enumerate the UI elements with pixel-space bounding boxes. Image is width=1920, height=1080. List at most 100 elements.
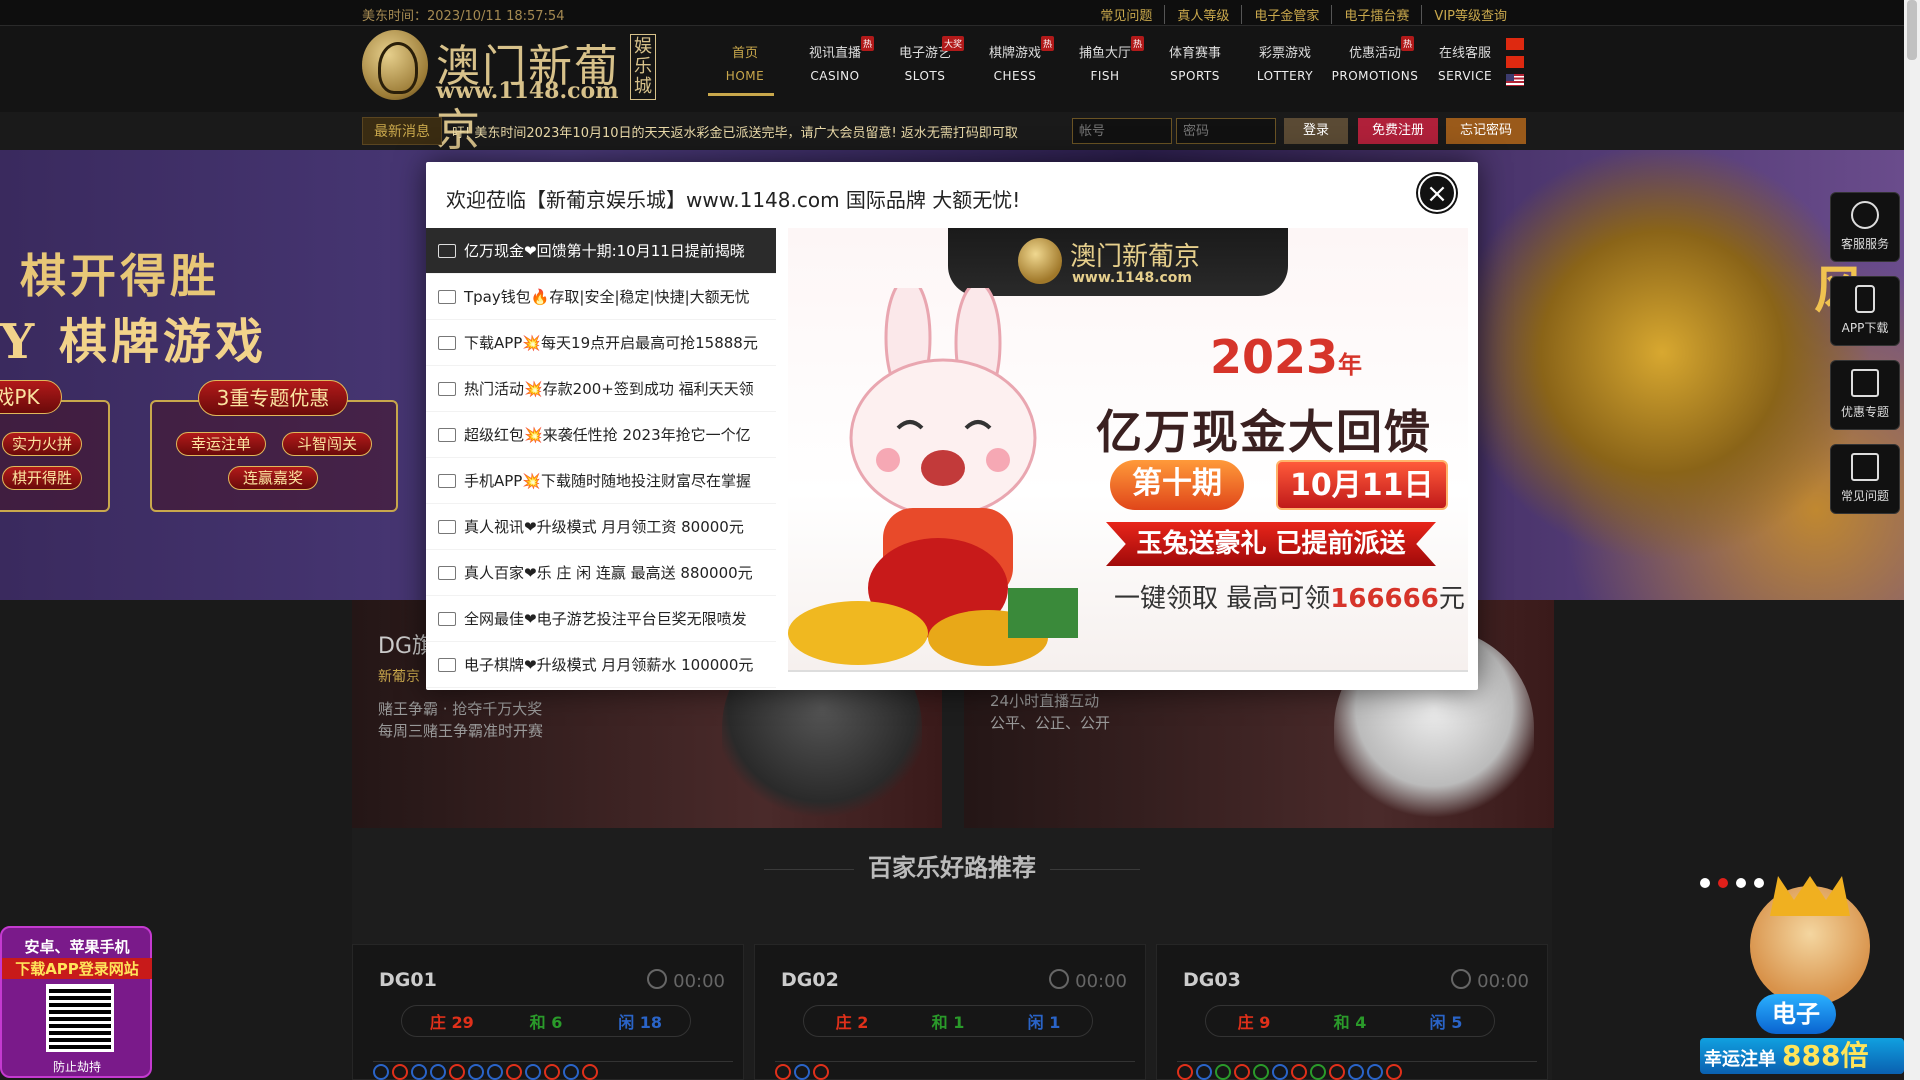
bead [1386, 1064, 1402, 1080]
top-link-live-level[interactable]: 真人等级 [1165, 5, 1243, 24]
forgot-password-button[interactable]: 忘记密码 [1446, 118, 1526, 144]
nav-sports[interactable]: 体育赛事 SPORTS [1150, 36, 1240, 96]
time-display: 美东时间：2023/10/11 18:57:54 [362, 5, 564, 24]
table-timer: 00:00 [647, 969, 725, 992]
promo-ribbon: 玉兔送豪礼 已提前派送 [1106, 522, 1436, 566]
message-icon [438, 566, 456, 580]
app-widget-line2: 下载APP登录网站 [2, 958, 152, 979]
announcement-text: 全网最佳❤电子游艺投注平台巨奖无限喷发 [464, 610, 747, 628]
login-button[interactable]: 登录 [1284, 118, 1348, 144]
message-icon [438, 382, 456, 396]
bead [506, 1064, 522, 1080]
table-name: DG02 [781, 969, 839, 991]
hot-badge: 热 [1130, 36, 1144, 51]
card-desc: 赌王争霸 · 抢夺千万大奖 [378, 700, 543, 718]
player-count: 闲 18 [618, 1013, 663, 1032]
nav-home-en: HOME [725, 69, 765, 83]
register-button[interactable]: 免费注册 [1358, 118, 1438, 144]
nav-promotions-en: PROMOTIONS [1331, 69, 1419, 83]
us-flag-icon[interactable] [1506, 74, 1524, 86]
top-bar: 美东时间：2023/10/11 18:57:54 常见问题 真人等级 电子金管家… [0, 0, 1904, 26]
announcement-text: 亿万现金❤回馈第十期:10月11日提前揭晓 [464, 242, 745, 260]
app-download-widget[interactable]: 安卓、苹果手机 下载APP登录网站 防止劫持 [0, 926, 152, 1078]
top-link-slots-arena[interactable]: 电子擂台赛 [1332, 5, 1423, 24]
password-input[interactable] [1176, 118, 1276, 144]
nav-home[interactable]: 首页 HOME [700, 36, 790, 96]
close-icon[interactable]: × [1418, 174, 1456, 212]
panel-pk-title: 戏PK [0, 380, 62, 414]
nav-slots-en: SLOTS [904, 69, 946, 83]
top-link-slots-manager[interactable]: 电子金管家 [1242, 5, 1333, 24]
announcement-item[interactable]: 全网最佳❤电子游艺投注平台巨奖无限喷发 [426, 596, 776, 642]
announcement-item[interactable]: 亿万现金❤回馈第十期:10月11日提前揭晓 [426, 228, 776, 274]
nav-service-en: SERVICE [1437, 69, 1493, 83]
panel-pk-item-1: 实力火拼 [2, 432, 82, 456]
promo-logo-url: www.1148.com [1072, 270, 1193, 286]
announcement-item[interactable]: 下载APP💥每天19点开启最高可抢15888元 [426, 320, 776, 366]
site-logo[interactable]: 澳门新葡京 www.1148.com 娱乐城 [362, 30, 657, 156]
road-table-dg01[interactable]: DG01 00:00 庄 29 和 6 闲 18 [352, 944, 744, 1080]
announcement-text: 热门活动💥存款200+签到成功 福利天天领 [464, 380, 754, 398]
announcement-text: 手机APP💥下载随时随地投注财富尽在掌握 [464, 472, 752, 490]
bead-road [373, 1061, 733, 1080]
promo-image[interactable]: 澳门新葡京 www.1148.com 2023年 亿万现金大回馈 第十期 10月… [788, 228, 1468, 672]
scrollbar-thumb[interactable] [1907, 0, 1917, 60]
slots-promo-widget[interactable]: 电子 幸运注单 888倍 [1700, 876, 1904, 1080]
side-label: APP下载 [1841, 321, 1889, 335]
nav-fish[interactable]: 热捕鱼大厅 FISH [1060, 36, 1150, 96]
nav-service[interactable]: 在线客服 SERVICE [1420, 36, 1510, 96]
player-count: 闲 1 [1027, 1013, 1061, 1032]
bead [813, 1064, 829, 1080]
nav-lottery-cn: 彩票游戏 [1258, 46, 1311, 61]
card-desc: 公平、公正、公开 [990, 714, 1111, 732]
hot-badge: 热 [860, 36, 874, 51]
claim-prefix: 一键领取 最高可领 [1114, 584, 1331, 614]
table-timer: 00:00 [1049, 969, 1127, 992]
table-stats: 庄 9 和 4 闲 5 [1205, 1005, 1495, 1037]
announcement-item[interactable]: 真人视讯❤升级模式 月月领工资 80000元 [426, 504, 776, 550]
nav-lottery[interactable]: 彩票游戏 LOTTERY [1240, 36, 1330, 96]
message-icon [438, 428, 456, 442]
announcement-list: 亿万现金❤回馈第十期:10月11日提前揭晓 Tpay钱包🔥存取|安全|稳定|快捷… [426, 228, 776, 688]
bead [544, 1064, 560, 1080]
page-scrollbar[interactable] [1904, 0, 1920, 1080]
announcement-item[interactable]: 真人百家❤乐 庄 闲 连赢 最高送 880000元 [426, 550, 776, 596]
promo-issue: 第十期 [1110, 460, 1244, 510]
top-link-vip-query[interactable]: VIP等级查询 [1422, 5, 1519, 24]
side-app-download[interactable]: APP下载 [1830, 276, 1900, 346]
bead [582, 1064, 598, 1080]
top-link-faq[interactable]: 常见问题 [1088, 5, 1166, 24]
road-table-dg03[interactable]: DG03 00:00 庄 9 和 4 闲 5 [1156, 944, 1548, 1080]
side-customer-service[interactable]: 客服服务 [1830, 192, 1900, 262]
announcement-item[interactable]: Tpay钱包🔥存取|安全|稳定|快捷|大额无忧 [426, 274, 776, 320]
nav-casino-en: CASINO [810, 69, 860, 83]
hot-badge: 热 [1400, 36, 1414, 51]
qr-code-icon [46, 984, 114, 1052]
nav-promotions[interactable]: 热优惠活动 PROMOTIONS [1330, 36, 1420, 96]
time-value: 2023/10/11 18:57:54 [427, 9, 565, 24]
promo-claim: 一键领取 最高可领166666元 [1114, 578, 1465, 615]
gift-icon [1851, 369, 1879, 397]
announcement-item[interactable]: 超级红包💥来袭任性抢 2023年抢它一个亿 [426, 412, 776, 458]
account-input[interactable] [1072, 118, 1172, 144]
road-table-dg02[interactable]: DG02 00:00 庄 2 和 1 闲 1 [754, 944, 1146, 1080]
nav-casino[interactable]: 热视讯直播 CASINO [790, 36, 880, 96]
banker-count: 庄 9 [1237, 1013, 1271, 1032]
card-subtitle: 新葡京 [378, 669, 420, 685]
announcement-item[interactable]: 手机APP💥下载随时随地投注财富尽在掌握 [426, 458, 776, 504]
nav-slots[interactable]: 大奖 电子游艺 SLOTS [880, 36, 970, 96]
announcement-item[interactable]: 热门活动💥存款200+签到成功 福利天天领 [426, 366, 776, 412]
rabbit-mascot [788, 288, 1078, 666]
side-faq[interactable]: 常见问题 [1830, 444, 1900, 514]
logo-emblem-icon [362, 30, 428, 100]
cn-flag-icon[interactable] [1506, 56, 1524, 68]
hk-flag-icon[interactable] [1506, 38, 1524, 50]
announcement-item[interactable]: 电子棋牌❤升级模式 月月领薪水 100000元 [426, 642, 776, 688]
app-widget-line1: 安卓、苹果手机 [24, 938, 130, 956]
promo-date: 10月11日 [1276, 460, 1448, 510]
nav-chess[interactable]: 热棋牌游戏 CHESS [970, 36, 1060, 96]
main-nav: 首页 HOME 热视讯直播 CASINO 大奖 电子游艺 SLOTS 热棋牌游戏 CHES… [700, 36, 1510, 96]
side-promotions[interactable]: 优惠专题 [1830, 360, 1900, 430]
bead [1348, 1064, 1364, 1080]
promo-year: 2023年 [1210, 330, 1362, 384]
